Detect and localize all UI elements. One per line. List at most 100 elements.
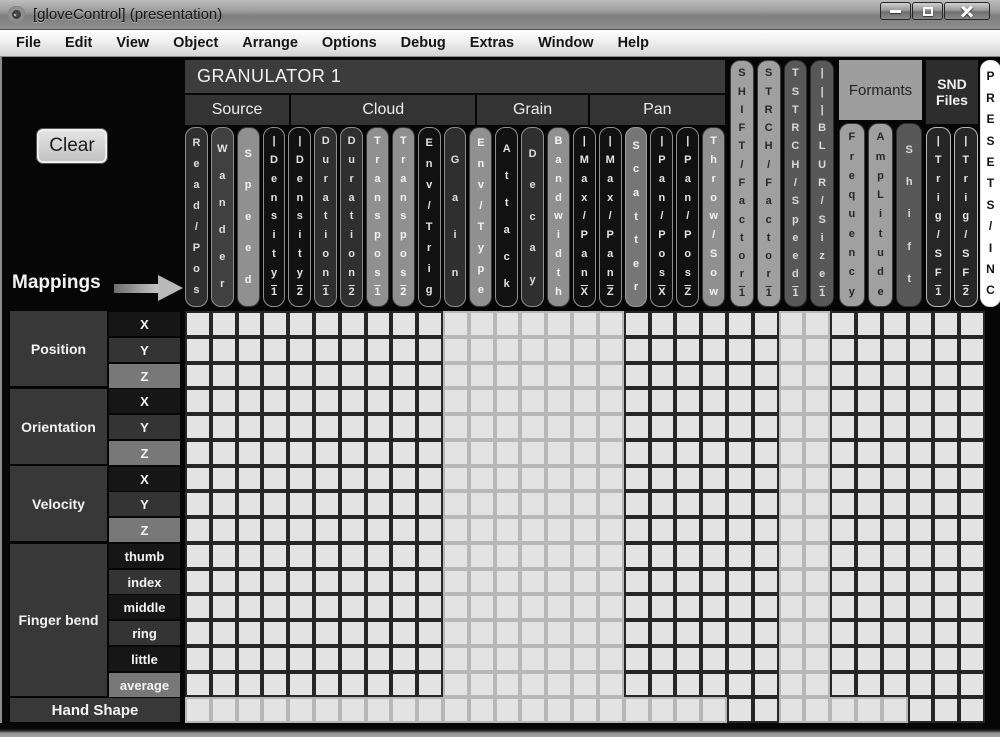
matrix-cell[interactable]	[650, 311, 676, 337]
matrix-cell[interactable]	[546, 646, 572, 672]
matrix-cell[interactable]	[959, 337, 985, 363]
matrix-cell[interactable]	[933, 543, 959, 569]
matrix-cell[interactable]	[572, 646, 598, 672]
matrix-cell[interactable]	[572, 466, 598, 492]
matrix-cell[interactable]	[469, 491, 495, 517]
matrix-cell[interactable]	[391, 594, 417, 620]
matrix-cell[interactable]	[650, 646, 676, 672]
matrix-cell[interactable]	[443, 388, 469, 414]
matrix-cell[interactable]	[443, 697, 469, 723]
matrix-cell[interactable]	[959, 646, 985, 672]
clear-button[interactable]: Clear	[37, 129, 107, 163]
matrix-cell[interactable]	[391, 491, 417, 517]
matrix-cell[interactable]	[882, 491, 908, 517]
matrix-cell[interactable]	[624, 388, 650, 414]
matrix-cell[interactable]	[391, 388, 417, 414]
matrix-cell[interactable]	[262, 363, 288, 389]
matrix-cell[interactable]	[546, 672, 572, 698]
matrix-cell[interactable]	[262, 646, 288, 672]
matrix-cell[interactable]	[443, 646, 469, 672]
matrix-cell[interactable]	[237, 697, 263, 723]
param-env-trig[interactable]: Env/Trig	[418, 127, 441, 307]
matrix-cell[interactable]	[520, 466, 546, 492]
matrix-cell[interactable]	[624, 491, 650, 517]
matrix-cell[interactable]	[572, 388, 598, 414]
matrix-cell[interactable]	[546, 337, 572, 363]
matrix-cell[interactable]	[520, 697, 546, 723]
matrix-cell[interactable]	[495, 363, 521, 389]
matrix-cell[interactable]	[288, 440, 314, 466]
matrix-cell[interactable]	[391, 414, 417, 440]
matrix-cell[interactable]	[598, 620, 624, 646]
matrix-cell[interactable]	[262, 388, 288, 414]
matrix-cell[interactable]	[340, 697, 366, 723]
matrix-cell[interactable]	[779, 337, 805, 363]
matrix-cell[interactable]	[443, 672, 469, 698]
matrix-cell[interactable]	[830, 414, 856, 440]
matrix-cell[interactable]	[779, 543, 805, 569]
param-attack[interactable]: Attack	[495, 127, 518, 307]
matrix-cell[interactable]	[856, 646, 882, 672]
matrix-cell[interactable]	[779, 440, 805, 466]
matrix-cell[interactable]	[546, 363, 572, 389]
matrix-cell[interactable]	[211, 363, 237, 389]
matrix-cell[interactable]	[753, 543, 779, 569]
matrix-cell[interactable]	[650, 363, 676, 389]
matrix-cell[interactable]	[624, 543, 650, 569]
matrix-cell[interactable]	[675, 491, 701, 517]
matrix-cell[interactable]	[624, 440, 650, 466]
matrix-cell[interactable]	[727, 311, 753, 337]
matrix-cell[interactable]	[727, 363, 753, 389]
param-density-2[interactable]: |Density2	[288, 127, 311, 307]
matrix-cell[interactable]	[520, 517, 546, 543]
matrix-cell[interactable]	[572, 440, 598, 466]
matrix-cell[interactable]	[520, 337, 546, 363]
matrix-cell[interactable]	[185, 517, 211, 543]
param-duration-2[interactable]: Duration2	[340, 127, 363, 307]
matrix-cell[interactable]	[959, 543, 985, 569]
matrix-cell[interactable]	[804, 620, 830, 646]
matrix-cell[interactable]	[211, 543, 237, 569]
matrix-cell[interactable]	[288, 414, 314, 440]
matrix-cell[interactable]	[443, 594, 469, 620]
matrix-cell[interactable]	[727, 337, 753, 363]
matrix-cell[interactable]	[211, 646, 237, 672]
matrix-cell[interactable]	[701, 697, 727, 723]
matrix-cell[interactable]	[882, 646, 908, 672]
matrix-cell[interactable]	[417, 543, 443, 569]
matrix-cell[interactable]	[520, 594, 546, 620]
matrix-cell[interactable]	[314, 466, 340, 492]
matrix-cell[interactable]	[288, 388, 314, 414]
matrix-cell[interactable]	[856, 620, 882, 646]
matrix-cell[interactable]	[391, 569, 417, 595]
matrix-cell[interactable]	[856, 414, 882, 440]
matrix-cell[interactable]	[495, 337, 521, 363]
matrix-cell[interactable]	[211, 311, 237, 337]
matrix-cell[interactable]	[701, 414, 727, 440]
matrix-cell[interactable]	[779, 414, 805, 440]
matrix-cell[interactable]	[262, 543, 288, 569]
close-button[interactable]	[944, 2, 990, 20]
matrix-cell[interactable]	[211, 337, 237, 363]
matrix-cell[interactable]	[262, 672, 288, 698]
matrix-cell[interactable]	[701, 388, 727, 414]
matrix-cell[interactable]	[340, 311, 366, 337]
matrix-cell[interactable]	[185, 543, 211, 569]
matrix-cell[interactable]	[908, 311, 934, 337]
matrix-cell[interactable]	[701, 363, 727, 389]
matrix-cell[interactable]	[469, 594, 495, 620]
matrix-cell[interactable]	[908, 543, 934, 569]
param-max-pan-x[interactable]: |Max/PanX	[573, 127, 596, 307]
matrix-cell[interactable]	[933, 569, 959, 595]
matrix-cell[interactable]	[598, 543, 624, 569]
matrix-cell[interactable]	[572, 697, 598, 723]
matrix-cell[interactable]	[495, 672, 521, 698]
menu-item-extras[interactable]: Extras	[458, 30, 526, 56]
matrix-cell[interactable]	[933, 594, 959, 620]
matrix-cell[interactable]	[314, 646, 340, 672]
matrix-cell[interactable]	[314, 697, 340, 723]
minimize-button[interactable]	[880, 2, 911, 20]
matrix-cell[interactable]	[469, 363, 495, 389]
matrix-cell[interactable]	[804, 672, 830, 698]
param-pan-pos-x[interactable]: |Pan/PosX	[650, 127, 673, 307]
